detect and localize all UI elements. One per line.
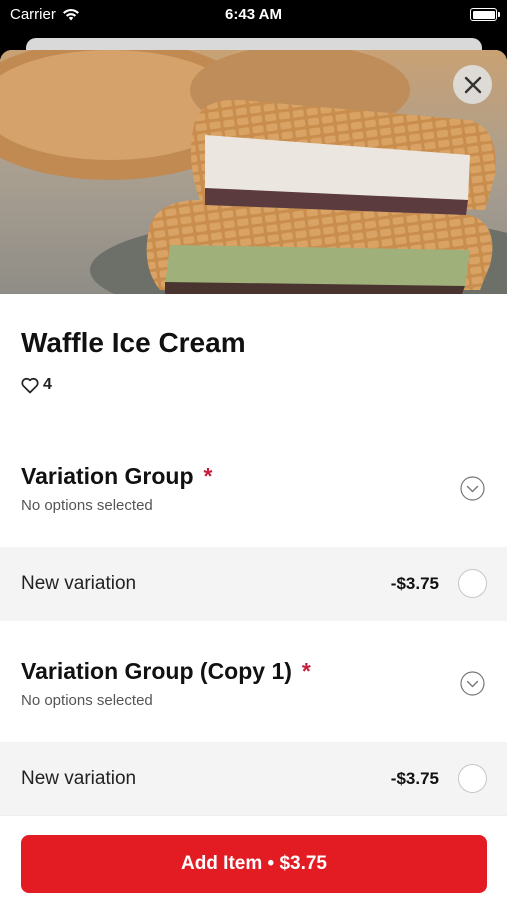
- group-subtitle: No options selected: [21, 692, 153, 709]
- footer: Add Item • $3.75: [0, 815, 507, 900]
- status-bar: Carrier 6:43 AM: [0, 0, 507, 32]
- waffle-photo: [0, 50, 507, 294]
- variation-option-row[interactable]: New variation -$3.75: [0, 742, 507, 816]
- variation-option-row[interactable]: New variation -$3.75: [0, 547, 507, 621]
- option-price: -$3.75: [390, 574, 439, 593]
- battery-icon: [470, 8, 500, 21]
- group-title: Variation Group *: [21, 463, 213, 489]
- option-price: -$3.75: [390, 769, 439, 788]
- chevron-down-icon[interactable]: [460, 671, 485, 696]
- close-button[interactable]: [453, 65, 492, 104]
- like-count[interactable]: 4: [21, 376, 52, 394]
- variation-group-header[interactable]: Variation Group * No options selected: [0, 449, 507, 545]
- variation-group-copy-header[interactable]: Variation Group (Copy 1) * No options sel…: [0, 644, 507, 740]
- product-title: Waffle Ice Cream: [21, 327, 246, 358]
- like-count-value: 4: [43, 376, 52, 393]
- group-subtitle: No options selected: [21, 497, 153, 514]
- required-indicator: *: [301, 658, 311, 684]
- option-radio[interactable]: [458, 569, 487, 598]
- status-time: 6:43 AM: [225, 6, 282, 23]
- chevron-down-icon[interactable]: [460, 476, 485, 501]
- option-radio[interactable]: [458, 764, 487, 793]
- product-image: [0, 50, 507, 294]
- add-item-button[interactable]: Add Item • $3.75: [21, 835, 487, 893]
- required-indicator: *: [203, 463, 213, 489]
- option-label: New variation: [21, 573, 137, 594]
- option-label: New variation: [21, 768, 137, 789]
- product-sheet: Waffle Ice Cream 4 Variation Group * No o…: [0, 50, 507, 900]
- group-title: Variation Group (Copy 1) *: [21, 658, 311, 684]
- close-icon: [464, 76, 481, 93]
- heart-icon: [21, 377, 39, 393]
